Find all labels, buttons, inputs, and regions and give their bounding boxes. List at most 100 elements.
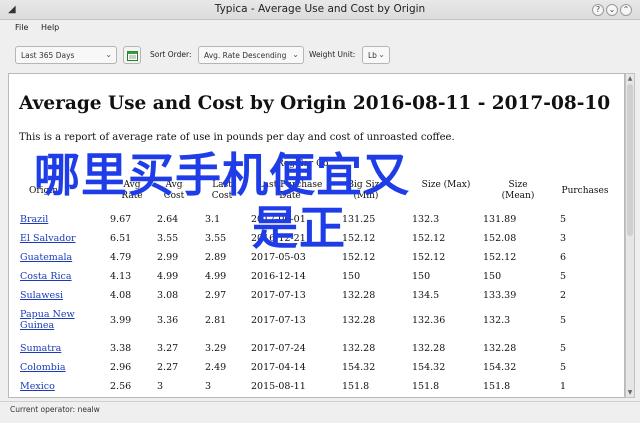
chevron-down-icon: ⌄ [105, 50, 112, 59]
table-cell: 5 [560, 271, 567, 282]
date-range-value: Last 365 Days [21, 51, 75, 60]
scroll-down-icon[interactable]: ▼ [626, 389, 634, 396]
table-cell: 2017-04-14 [251, 362, 306, 373]
origin-link-sumatra[interactable]: Sumatra [20, 343, 61, 354]
table-cell: 3.55 [205, 233, 227, 244]
table-cell: 134.5 [412, 290, 440, 301]
title-bar: ◢ Typica - Average Use and Cost by Origi… [0, 0, 640, 20]
maximize-icon[interactable]: ⌃ [620, 4, 632, 16]
table-cell: 2.99 [157, 252, 179, 263]
table-cell: 150 [342, 271, 361, 282]
table-cell: 6.51 [110, 233, 132, 244]
overlay-line-1: 哪里买手机便宜又 [34, 148, 410, 202]
menu-bar: File Help [0, 20, 640, 36]
table-cell: 151.8 [483, 381, 511, 392]
table-cell: 131.25 [342, 214, 376, 225]
sort-order-select[interactable]: Avg. Rate Descending ⌄ [198, 46, 304, 64]
table-cell: 132.3 [483, 315, 511, 326]
table-cell: 2.97 [205, 290, 227, 301]
origin-link-sulawesi[interactable]: Sulawesi [20, 290, 63, 301]
table-cell: 2.27 [157, 362, 179, 373]
table-cell: 152.12 [342, 252, 376, 263]
report-title: Average Use and Cost by Origin 2016-08-1… [19, 93, 611, 114]
table-cell: 6 [560, 252, 567, 263]
table-cell: 4.99 [205, 271, 227, 282]
table-cell: 152.08 [483, 233, 517, 244]
minimize-icon[interactable]: ⌄ [606, 4, 618, 16]
table-cell: 151.8 [412, 381, 440, 392]
table-cell: 2.89 [205, 252, 227, 263]
menu-help[interactable]: Help [41, 23, 59, 32]
origin-link-papua-new-guinea[interactable]: Papua New Guinea [20, 309, 90, 331]
date-range-select[interactable]: Last 365 Days ⌄ [15, 46, 117, 64]
table-cell: 3 [205, 381, 212, 392]
weight-unit-label: Weight Unit: [309, 50, 356, 59]
window-title: Typica - Average Use and Cost by Origin [214, 3, 426, 15]
origin-link-mexico[interactable]: Mexico [20, 381, 55, 392]
table-cell: 5 [560, 362, 567, 373]
origin-link-colombia[interactable]: Colombia [20, 362, 66, 373]
table-cell: 3 [157, 381, 164, 392]
table-cell: 150 [412, 271, 431, 282]
table-cell: 5 [560, 343, 567, 354]
table-cell: 152.12 [412, 233, 446, 244]
table-cell: 3.55 [157, 233, 179, 244]
table-cell: 2015-08-11 [251, 381, 306, 392]
table-cell: 2.64 [157, 214, 179, 225]
calendar-button[interactable] [123, 46, 141, 64]
table-cell: 4.13 [110, 271, 132, 282]
table-cell: 4.79 [110, 252, 132, 263]
sort-order-label: Sort Order: [150, 50, 192, 59]
table-cell: 154.32 [412, 362, 446, 373]
table-cell: 2.81 [205, 315, 227, 326]
table-cell: 154.32 [342, 362, 376, 373]
table-cell: 3.36 [157, 315, 179, 326]
weight-unit-select[interactable]: Lb ⌄ [362, 46, 390, 64]
table-cell: 2017-07-13 [251, 315, 306, 326]
scroll-up-icon[interactable]: ▲ [626, 75, 634, 82]
table-cell: 3.29 [205, 343, 227, 354]
menu-file[interactable]: File [15, 23, 28, 32]
chevron-down-icon: ⌄ [292, 50, 299, 59]
table-cell: 3.27 [157, 343, 179, 354]
status-bar: Current operator: nealw [0, 401, 640, 423]
table-cell: 3.1 [205, 214, 221, 225]
vertical-scrollbar[interactable]: ▲ ▼ [625, 73, 635, 398]
table-cell: 131.89 [483, 214, 517, 225]
origin-link-costa-rica[interactable]: Costa Rica [20, 271, 72, 282]
table-cell: 2017-07-24 [251, 343, 306, 354]
table-cell: 3.99 [110, 315, 132, 326]
origin-link-el-salvador[interactable]: El Salvador [20, 233, 76, 244]
table-cell: 152.12 [342, 233, 376, 244]
table-cell: 150 [483, 271, 502, 282]
chevron-down-icon: ⌄ [378, 50, 385, 59]
table-cell: 2017-07-13 [251, 290, 306, 301]
table-cell: 132.28 [483, 343, 517, 354]
table-cell: 132.28 [342, 343, 376, 354]
table-cell: 4.08 [110, 290, 132, 301]
table-cell: 152.12 [412, 252, 446, 263]
table-cell: 152.12 [483, 252, 517, 263]
table-cell: 9.67 [110, 214, 132, 225]
table-cell: 133.39 [483, 290, 517, 301]
sort-order-value: Avg. Rate Descending [204, 51, 287, 60]
table-cell: 151.8 [342, 381, 370, 392]
table-cell: 4.99 [157, 271, 179, 282]
origin-link-guatemala[interactable]: Guatemala [20, 252, 72, 263]
table-cell: 2.49 [205, 362, 227, 373]
table-cell: 132.36 [412, 315, 446, 326]
table-cell: 2 [560, 290, 567, 301]
origin-link-brazil[interactable]: Brazil [20, 214, 48, 225]
help-icon[interactable]: ? [592, 4, 604, 16]
table-cell: 2.96 [110, 362, 132, 373]
table-cell: 2016-12-14 [251, 271, 306, 282]
overlay-text: 哪里买手机便宜又 是正 [34, 147, 634, 255]
overlay-line-2: 是正 [252, 201, 346, 255]
toolbar: Last 365 Days ⌄ Sort Order: Avg. Rate De… [0, 38, 640, 70]
table-cell: 132.28 [342, 315, 376, 326]
table-cell: 5 [560, 214, 567, 225]
table-cell: 132.28 [342, 290, 376, 301]
table-cell: 3.38 [110, 343, 132, 354]
table-cell: 2.56 [110, 381, 132, 392]
weight-unit-value: Lb [368, 51, 377, 60]
